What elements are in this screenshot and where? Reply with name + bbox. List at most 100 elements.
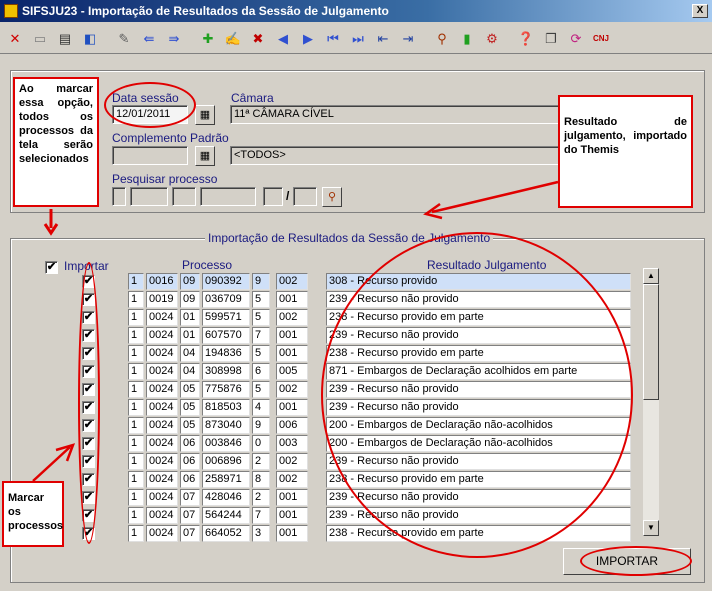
processo-part-2[interactable]: 0024 [146, 309, 178, 326]
resultado-cell[interactable]: 239 - Recurso não provido [326, 453, 631, 470]
complemento-code-field[interactable] [112, 146, 188, 165]
processo-part-6[interactable]: 005 [276, 363, 308, 380]
prev-page-icon[interactable]: ⇚ [138, 28, 160, 50]
save-icon[interactable]: ▭ [29, 28, 51, 50]
processo-part-4[interactable]: 873040 [202, 417, 250, 434]
processo-part-5[interactable]: 8 [252, 471, 270, 488]
processo-part-6[interactable]: 006 [276, 417, 308, 434]
results-scrollbar[interactable]: ▲ ▼ [643, 268, 659, 536]
pesquisar-part-4[interactable] [200, 187, 256, 206]
processo-part-5[interactable]: 0 [252, 435, 270, 452]
processo-part-4[interactable]: 664052 [202, 525, 250, 542]
processo-part-3[interactable]: 04 [180, 345, 200, 362]
processo-part-3[interactable]: 06 [180, 435, 200, 452]
processo-part-4[interactable]: 003846 [202, 435, 250, 452]
processo-part-1[interactable]: 1 [128, 453, 144, 470]
resultado-cell[interactable]: 239 - Recurso não provido [326, 291, 631, 308]
first-icon[interactable]: ⏮ [322, 28, 344, 50]
processo-part-6[interactable]: 002 [276, 471, 308, 488]
row-import-checkbox[interactable]: ✔ [82, 347, 95, 360]
processo-part-1[interactable]: 1 [128, 399, 144, 416]
resultado-cell[interactable]: 200 - Embargos de Declaração não-acolhid… [326, 435, 631, 452]
pesquisar-part-3[interactable] [172, 187, 196, 206]
last-icon[interactable]: ⏭ [347, 28, 369, 50]
processo-part-1[interactable]: 1 [128, 381, 144, 398]
copy-icon[interactable]: ❐ [540, 28, 562, 50]
processo-part-2[interactable]: 0016 [146, 273, 178, 290]
processo-part-4[interactable]: 599571 [202, 309, 250, 326]
processo-part-6[interactable]: 002 [276, 309, 308, 326]
window-close-button[interactable]: X [692, 4, 708, 18]
processo-part-6[interactable]: 003 [276, 435, 308, 452]
processo-part-5[interactable]: 9 [252, 273, 270, 290]
processo-part-5[interactable]: 3 [252, 525, 270, 542]
processo-part-2[interactable]: 0024 [146, 471, 178, 488]
new-record-icon[interactable]: ✚ [197, 28, 219, 50]
processo-part-1[interactable]: 1 [128, 363, 144, 380]
row-import-checkbox[interactable]: ✔ [82, 275, 95, 288]
processo-part-4[interactable]: 194836 [202, 345, 250, 362]
resultado-cell[interactable]: 239 - Recurso não provido [326, 507, 631, 524]
cnj-nup-icon[interactable]: CNJ [590, 28, 612, 50]
scroll-down-icon[interactable]: ▼ [643, 520, 659, 536]
row-import-checkbox[interactable]: ✔ [82, 311, 95, 324]
exit-icon[interactable]: ◧ [79, 28, 101, 50]
tool-icon[interactable]: ✎ [113, 28, 135, 50]
traffic-light-icon[interactable]: ▮ [456, 28, 478, 50]
processo-part-2[interactable]: 0024 [146, 381, 178, 398]
resultado-cell[interactable]: 239 - Recurso não provido [326, 489, 631, 506]
processo-part-3[interactable]: 01 [180, 309, 200, 326]
arrow-right-icon[interactable]: ▶ [297, 28, 319, 50]
data-sessao-field[interactable]: 12/01/2011 [112, 105, 188, 124]
printer-setup-icon[interactable]: ⚙ [481, 28, 503, 50]
pesquisar-part-6[interactable] [293, 187, 317, 206]
row-import-checkbox[interactable]: ✔ [82, 437, 95, 450]
processo-part-5[interactable]: 5 [252, 381, 270, 398]
arrow-left-icon[interactable]: ◀ [272, 28, 294, 50]
processo-part-6[interactable]: 001 [276, 489, 308, 506]
resultado-cell[interactable]: 239 - Recurso não provido [326, 399, 631, 416]
clear-icon[interactable]: ✖ [247, 28, 269, 50]
export-icon[interactable]: ⇥ [397, 28, 419, 50]
processo-part-5[interactable]: 5 [252, 291, 270, 308]
row-import-checkbox[interactable]: ✔ [82, 419, 95, 432]
processo-part-2[interactable]: 0024 [146, 363, 178, 380]
edit-icon[interactable]: ✍ [222, 28, 244, 50]
processo-part-3[interactable]: 01 [180, 327, 200, 344]
processo-part-6[interactable]: 002 [276, 273, 308, 290]
processo-part-2[interactable]: 0024 [146, 345, 178, 362]
processo-part-5[interactable]: 6 [252, 363, 270, 380]
processo-part-1[interactable]: 1 [128, 291, 144, 308]
processo-part-3[interactable]: 09 [180, 273, 200, 290]
processo-part-3[interactable]: 07 [180, 489, 200, 506]
processo-part-3[interactable]: 05 [180, 417, 200, 434]
row-import-checkbox[interactable]: ✔ [82, 329, 95, 342]
processo-part-5[interactable]: 7 [252, 507, 270, 524]
processo-part-2[interactable]: 0024 [146, 525, 178, 542]
row-import-checkbox[interactable]: ✔ [82, 491, 95, 504]
processo-part-4[interactable]: 090392 [202, 273, 250, 290]
processo-part-4[interactable]: 308998 [202, 363, 250, 380]
processo-part-5[interactable]: 2 [252, 489, 270, 506]
processo-part-3[interactable]: 04 [180, 363, 200, 380]
processo-part-2[interactable]: 0024 [146, 327, 178, 344]
processo-part-5[interactable]: 9 [252, 417, 270, 434]
processo-part-5[interactable]: 7 [252, 327, 270, 344]
resultado-cell[interactable]: 238 - Recurso provido em parte [326, 525, 631, 542]
processo-part-3[interactable]: 05 [180, 399, 200, 416]
processo-part-4[interactable]: 607570 [202, 327, 250, 344]
resultado-cell[interactable]: 239 - Recurso não provido [326, 381, 631, 398]
processo-part-1[interactable]: 1 [128, 507, 144, 524]
pesquisar-part-2[interactable] [130, 187, 168, 206]
processo-part-2[interactable]: 0024 [146, 489, 178, 506]
processo-part-6[interactable]: 001 [276, 525, 308, 542]
scroll-up-icon[interactable]: ▲ [643, 268, 659, 284]
processo-part-1[interactable]: 1 [128, 273, 144, 290]
processo-part-2[interactable]: 0024 [146, 435, 178, 452]
processo-part-3[interactable]: 06 [180, 453, 200, 470]
processo-part-3[interactable]: 07 [180, 525, 200, 542]
processo-part-4[interactable]: 564244 [202, 507, 250, 524]
processo-part-4[interactable]: 258971 [202, 471, 250, 488]
row-import-checkbox[interactable]: ✔ [82, 293, 95, 306]
camara-field[interactable]: 11ª CÂMARA CÍVEL [230, 105, 560, 124]
